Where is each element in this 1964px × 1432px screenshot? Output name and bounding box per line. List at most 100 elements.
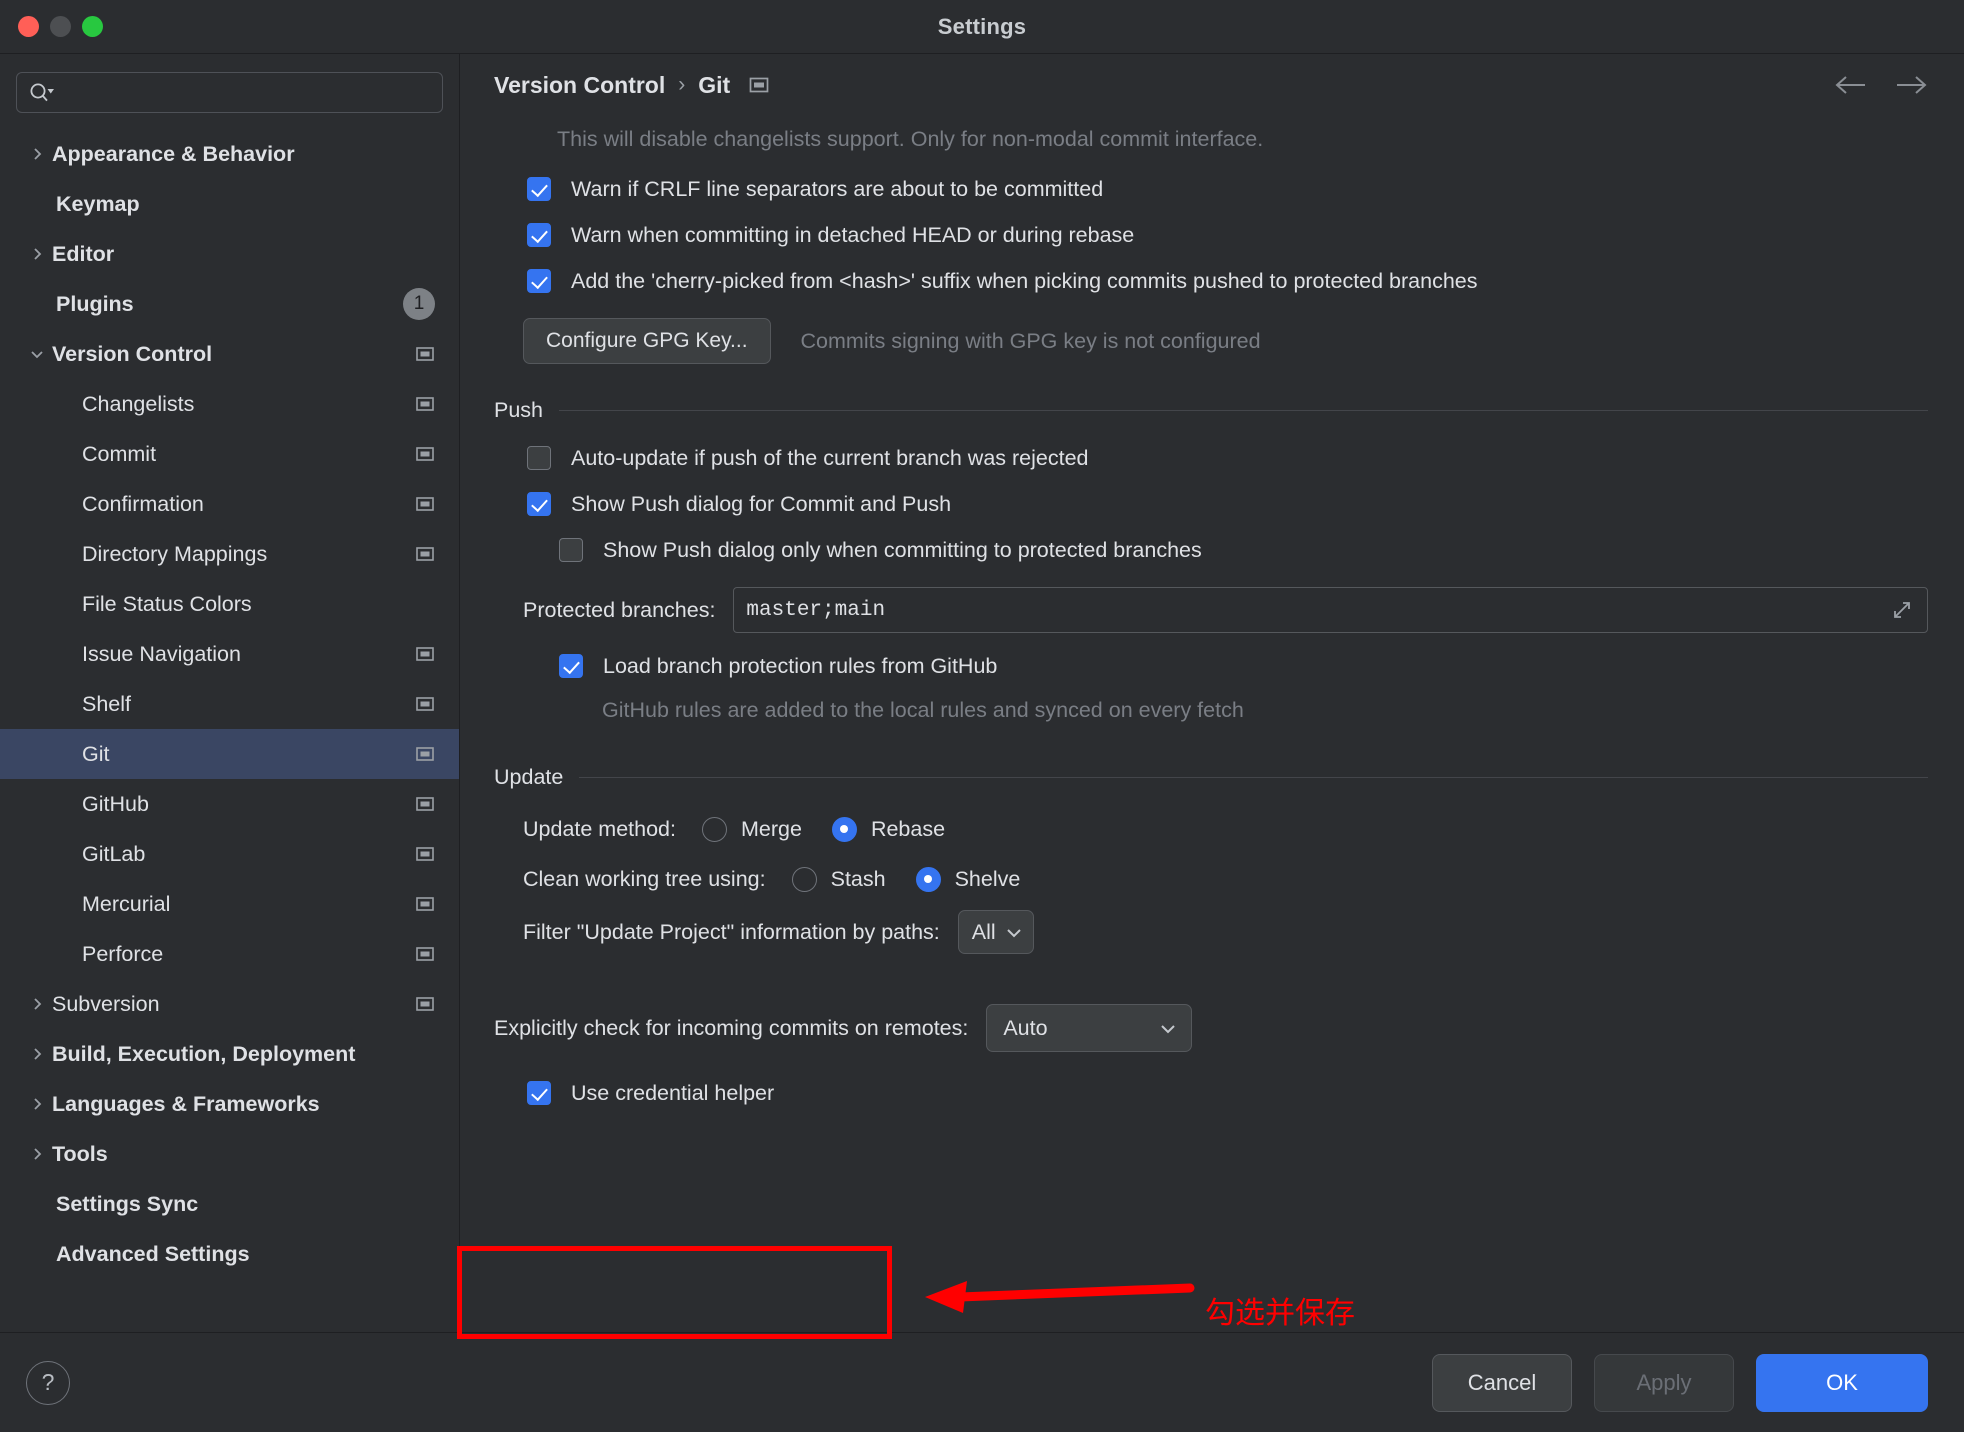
project-scope-icon xyxy=(415,544,435,564)
project-scope-icon xyxy=(415,344,435,364)
search-input[interactable] xyxy=(16,72,443,113)
arrow-left-icon[interactable] xyxy=(1834,73,1868,97)
dialog-body: Appearance & Behavior Keymap Editor Plugins… xyxy=(0,54,1964,1332)
sidebar-item-changelists[interactable]: Changelists xyxy=(0,379,459,429)
sidebar-item-confirmation[interactable]: Confirmation xyxy=(0,479,459,529)
use-credential-helper-checkbox[interactable] xyxy=(527,1081,551,1105)
close-window-button[interactable] xyxy=(18,16,39,37)
breadcrumb-root[interactable]: Version Control xyxy=(494,72,665,99)
sidebar-item-label: Git xyxy=(82,741,110,766)
chevron-right-icon[interactable] xyxy=(22,1096,52,1112)
chevron-right-icon[interactable] xyxy=(22,146,52,162)
project-scope-icon xyxy=(415,644,435,664)
sidebar-item-commit[interactable]: Commit xyxy=(0,429,459,479)
filter-paths-dropdown[interactable]: All xyxy=(957,910,1034,954)
gpg-row: Configure GPG Key... Commits signing wit… xyxy=(494,318,1928,364)
help-button[interactable]: ? xyxy=(26,1360,70,1405)
cherry-picked-suffix-row[interactable]: Add the 'cherry-picked from <hash>' suff… xyxy=(494,258,1928,304)
changelists-hint: This will disable changelists support. O… xyxy=(557,126,1264,151)
sidebar-item-keymap[interactable]: Keymap xyxy=(0,179,459,229)
clean-shelve-radio[interactable] xyxy=(915,866,941,892)
load-branch-rules-hint: GitHub rules are added to the local rule… xyxy=(602,697,1244,722)
show-push-dialog-protected-checkbox[interactable] xyxy=(559,538,583,562)
update-method-merge-label: Merge xyxy=(741,816,802,841)
plugins-update-badge: 1 xyxy=(403,288,435,320)
chevron-down-icon[interactable] xyxy=(22,346,52,362)
sidebar-item-gitlab[interactable]: GitLab xyxy=(0,829,459,879)
protected-branches-input[interactable]: master;main xyxy=(733,587,1928,633)
sidebar-item-label: Settings Sync xyxy=(56,1191,199,1216)
sidebar-item-label: Commit xyxy=(82,441,157,466)
expand-icon[interactable] xyxy=(1889,597,1915,623)
load-branch-rules-row[interactable]: Load branch protection rules from GitHub xyxy=(494,643,1928,689)
warn-detached-head-row[interactable]: Warn when committing in detached HEAD or… xyxy=(494,212,1928,258)
project-scope-icon xyxy=(415,444,435,464)
show-push-dialog-protected-row[interactable]: Show Push dialog only when committing to… xyxy=(494,527,1928,573)
ok-button[interactable]: OK xyxy=(1756,1353,1928,1412)
sidebar-item-editor[interactable]: Editor xyxy=(0,229,459,279)
sidebar-item-advanced-settings[interactable]: Advanced Settings xyxy=(0,1229,459,1279)
sidebar-item-label: Appearance & Behavior xyxy=(52,141,295,166)
update-method-merge-radio[interactable] xyxy=(702,816,727,842)
chevron-right-icon[interactable] xyxy=(22,246,52,262)
use-credential-helper-row[interactable]: Use credential helper xyxy=(494,1070,1928,1116)
sidebar-item-github[interactable]: GitHub xyxy=(0,779,459,829)
sidebar-item-mercurial[interactable]: Mercurial xyxy=(0,879,459,929)
sidebar-item-label: Issue Navigation xyxy=(82,641,241,666)
update-method-rebase-radio[interactable] xyxy=(831,816,857,842)
chevron-right-icon[interactable] xyxy=(22,996,52,1012)
sidebar-item-git[interactable]: Git xyxy=(0,729,459,779)
auto-update-checkbox[interactable] xyxy=(527,446,551,470)
warn-detached-head-label: Warn when committing in detached HEAD or… xyxy=(571,222,1135,247)
apply-button[interactable]: Apply xyxy=(1594,1353,1734,1412)
clean-stash-option[interactable]: Stash xyxy=(791,866,916,892)
window-titlebar: Settings xyxy=(0,0,1964,54)
sidebar-item-languages-frameworks[interactable]: Languages & Frameworks xyxy=(0,1079,459,1129)
show-push-dialog-protected-label: Show Push dialog only when committing to… xyxy=(603,537,1202,562)
arrow-right-icon[interactable] xyxy=(1894,73,1928,97)
sidebar-item-settings-sync[interactable]: Settings Sync xyxy=(0,1179,459,1229)
configure-gpg-key-button[interactable]: Configure GPG Key... xyxy=(523,318,771,364)
protected-branches-value: master;main xyxy=(746,598,886,622)
auto-update-row[interactable]: Auto-update if push of the current branc… xyxy=(494,435,1928,481)
history-nav xyxy=(1834,73,1928,97)
sidebar-item-appearance-behavior[interactable]: Appearance & Behavior xyxy=(0,129,459,179)
settings-category-list[interactable]: Appearance & Behavior Keymap Editor Plugins… xyxy=(0,127,459,1332)
push-section-header: Push xyxy=(494,398,1928,423)
incoming-commits-value: Auto xyxy=(1003,1015,1048,1040)
incoming-commits-dropdown[interactable]: Auto xyxy=(986,1004,1193,1052)
sidebar-item-issue-navigation[interactable]: Issue Navigation xyxy=(0,629,459,679)
cherry-picked-suffix-checkbox[interactable] xyxy=(527,269,551,293)
warn-crlf-checkbox[interactable] xyxy=(527,177,551,201)
minimize-window-button[interactable] xyxy=(50,16,71,37)
sidebar-item-subversion[interactable]: Subversion xyxy=(0,979,459,1029)
clean-shelve-option[interactable]: Shelve xyxy=(915,866,1051,892)
chevron-right-icon[interactable] xyxy=(22,1146,52,1162)
settings-main-panel: Version Control › Git This will disable … xyxy=(460,54,1964,1332)
warn-crlf-row[interactable]: Warn if CRLF line separators are about t… xyxy=(494,166,1928,212)
maximize-window-button[interactable] xyxy=(82,16,103,37)
sidebar-item-plugins[interactable]: Plugins 1 xyxy=(0,279,459,329)
sidebar-search-wrap xyxy=(0,54,459,127)
cancel-button[interactable]: Cancel xyxy=(1432,1353,1572,1412)
dialog-footer: ? Cancel Apply OK xyxy=(0,1332,1964,1432)
sidebar-item-version-control[interactable]: Version Control xyxy=(0,329,459,379)
sidebar-item-build-execution-deployment[interactable]: Build, Execution, Deployment xyxy=(0,1029,459,1079)
show-push-dialog-row[interactable]: Show Push dialog for Commit and Push xyxy=(494,481,1928,527)
sidebar-item-perforce[interactable]: Perforce xyxy=(0,929,459,979)
update-method-rebase-option[interactable]: Rebase xyxy=(831,816,975,842)
project-scope-icon xyxy=(415,994,435,1014)
clean-stash-radio[interactable] xyxy=(791,866,817,892)
show-push-dialog-label: Show Push dialog for Commit and Push xyxy=(571,491,952,516)
chevron-right-icon[interactable] xyxy=(22,1046,52,1062)
show-push-dialog-checkbox[interactable] xyxy=(527,492,551,516)
warn-detached-head-checkbox[interactable] xyxy=(527,223,551,247)
breadcrumb-separator: › xyxy=(678,73,686,96)
sidebar-item-directory-mappings[interactable]: Directory Mappings xyxy=(0,529,459,579)
load-branch-rules-checkbox[interactable] xyxy=(559,654,583,678)
sidebar-item-tools[interactable]: Tools xyxy=(0,1129,459,1179)
sidebar-item-shelf[interactable]: Shelf xyxy=(0,679,459,729)
update-method-merge-option[interactable]: Merge xyxy=(702,816,832,842)
filter-paths-value: All xyxy=(971,919,996,944)
sidebar-item-file-status-colors[interactable]: File Status Colors xyxy=(0,579,459,629)
